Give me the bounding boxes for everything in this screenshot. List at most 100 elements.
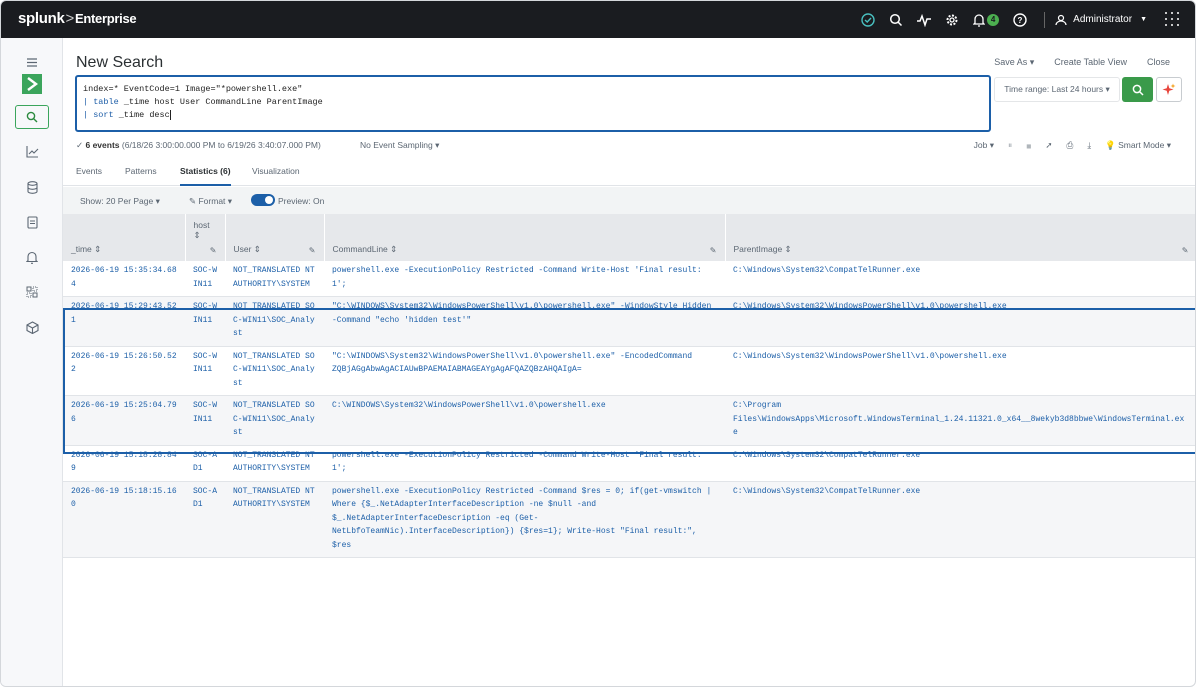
cell-parent[interactable]: C:\Windows\System32\CompatTelRunner.exe <box>725 481 1195 558</box>
stop-icon[interactable]: ■ <box>1026 141 1031 151</box>
apps-grid-icon[interactable] <box>1165 11 1181 28</box>
column-header-time[interactable]: _time ⇕ <box>63 214 186 261</box>
query-line-1: index=* EventCode=1 Image="*powershell.e… <box>83 84 303 94</box>
sparkle-icon <box>1162 83 1176 95</box>
job-menu[interactable]: Job ▾ <box>974 140 994 151</box>
table-row: 2026-06-19 15:29:43.521 SOC-WIN11 NOT_TRAN… <box>63 296 1195 347</box>
table-row: 2026-06-19 15:35:34.684 SOC-WIN11 NOT_TRAN… <box>63 261 1195 297</box>
splunk-logo[interactable]: splunk>Enterprise <box>18 10 137 27</box>
cell-parent[interactable]: C:\Windows\System32\CompatTelRunner.exe <box>725 261 1195 297</box>
edit-column-icon[interactable]: ✎ <box>1182 246 1189 255</box>
cell-user[interactable]: NOT_TRANSLATED SOC-WIN11\SOC_Analyst <box>225 395 324 446</box>
analytics-icon[interactable] <box>15 140 49 164</box>
save-as-button[interactable]: Save As ▾ <box>994 57 1034 68</box>
smart-mode-dropdown[interactable]: 💡 Smart Mode ▾ <box>1105 140 1171 151</box>
cell-host[interactable]: SOC-WIN11 <box>185 296 225 347</box>
cell-user[interactable]: NOT_TRANSLATED NT AUTHORITY\SYSTEM <box>225 445 324 482</box>
top-nav-bar: splunk>Enterprise 4 ? Administrator ▼ <box>1 1 1195 38</box>
cell-host[interactable]: SOC-AD1 <box>185 481 225 558</box>
tab-visualization[interactable]: Visualization <box>252 166 300 186</box>
notifications-icon[interactable]: 4 <box>966 1 1006 38</box>
help-icon[interactable]: ? <box>1006 1 1034 38</box>
cell-time[interactable]: 2026-06-19 15:25:04.796 <box>63 395 185 446</box>
cell-time[interactable]: 2026-06-19 15:26:50.522 <box>63 346 185 396</box>
gear-icon[interactable] <box>938 1 966 38</box>
search-app-icon[interactable] <box>15 72 49 96</box>
dashboards-icon[interactable] <box>15 280 49 304</box>
cell-cmd[interactable]: powershell.exe -ExecutionPolicy Restrict… <box>324 481 725 558</box>
cell-parent[interactable]: C:\Windows\System32\WindowsPowerShell\v1… <box>725 296 1195 347</box>
datasets-icon[interactable] <box>15 175 49 199</box>
notification-count-badge: 4 <box>987 13 1000 26</box>
results-toolbar: Show: 20 Per Page ▾ ✎ Format ▾ Preview: … <box>63 187 1195 214</box>
table-row: 2026-06-19 15:18:15.160 SOC-AD1 NOT_TRANSL… <box>63 481 1195 558</box>
search-nav-icon[interactable] <box>15 105 49 129</box>
cell-parent[interactable]: C:\Program Files\WindowsApps\Microsoft.W… <box>725 395 1195 446</box>
activity-icon[interactable] <box>910 1 938 38</box>
print-icon[interactable]: ⎙ <box>1067 140 1074 151</box>
apps-box-icon[interactable] <box>15 315 49 339</box>
menu-icon[interactable] <box>15 50 49 74</box>
cell-host[interactable]: SOC-WIN11 <box>185 261 225 297</box>
window: splunk>Enterprise 4 ? Administrator ▼ Ne… <box>0 0 1196 687</box>
tab-patterns[interactable]: Patterns <box>125 166 157 186</box>
alerts-icon[interactable] <box>15 245 49 269</box>
time-range-picker[interactable]: Time range: Last 24 hours ▾ <box>994 77 1120 102</box>
event-sampling-dropdown[interactable]: No Event Sampling ▾ <box>360 140 439 151</box>
cell-cmd[interactable]: powershell.exe -ExecutionPolicy Restrict… <box>324 261 725 297</box>
preview-toggle[interactable] <box>251 194 275 206</box>
user-menu[interactable]: Administrator ▼ <box>1055 14 1147 26</box>
format-dropdown[interactable]: ✎ Format ▾ <box>189 196 232 207</box>
statistics-table: _time ⇕ host ⇕ ✎ User ⇕ ✎ CommandLine ⇕ ✎ Pa… <box>63 214 1195 558</box>
cell-time[interactable]: 2026-06-19 15:35:34.684 <box>63 261 185 297</box>
cell-user[interactable]: NOT_TRANSLATED NT AUTHORITY\SYSTEM <box>225 481 324 558</box>
query-line-3: | sort _time desc <box>83 109 171 120</box>
left-rail <box>1 38 63 686</box>
edit-column-icon[interactable]: ✎ <box>309 246 316 255</box>
table-row: 2026-06-19 15:18:28.849 SOC-AD1 NOT_TRANSL… <box>63 445 1195 482</box>
table-row: 2026-06-19 15:26:50.522 SOC-WIN11 NOT_TRAN… <box>63 346 1195 396</box>
cell-host[interactable]: SOC-WIN11 <box>185 395 225 446</box>
cell-time[interactable]: 2026-06-19 15:18:15.160 <box>63 481 185 558</box>
cell-user[interactable]: NOT_TRANSLATED NT AUTHORITY\SYSTEM <box>225 261 324 297</box>
user-icon <box>1055 14 1067 25</box>
create-table-view-button[interactable]: Create Table View <box>1054 57 1127 68</box>
edit-column-icon[interactable]: ✎ <box>710 246 717 255</box>
share-icon[interactable]: ➚ <box>1045 140 1052 151</box>
reports-icon[interactable] <box>15 210 49 234</box>
svg-text:?: ? <box>1018 16 1023 25</box>
cell-user[interactable]: NOT_TRANSLATED SOC-WIN11\SOC_Analyst <box>225 296 324 347</box>
pause-icon[interactable]: ⏸ <box>1008 140 1012 151</box>
cell-host[interactable]: SOC-AD1 <box>185 445 225 482</box>
preview-label: Preview: On <box>278 196 325 206</box>
nav-divider <box>1044 11 1046 28</box>
search-query-input[interactable]: index=* EventCode=1 Image="*powershell.e… <box>75 75 991 132</box>
close-button[interactable]: Close <box>1147 57 1170 68</box>
cell-cmd[interactable]: "C:\WINDOWS\System32\WindowsPowerShell\v… <box>324 346 725 396</box>
cell-cmd[interactable]: powershell.exe -ExecutionPolicy Restrict… <box>324 445 725 482</box>
column-header-user[interactable]: User ⇕ ✎ <box>225 214 325 261</box>
tab-events[interactable]: Events <box>76 166 102 186</box>
run-search-button[interactable] <box>1122 77 1153 102</box>
cell-parent[interactable]: C:\Windows\System32\WindowsPowerShell\v1… <box>725 346 1195 396</box>
cell-user[interactable]: NOT_TRANSLATED SOC-WIN11\SOC_Analyst <box>225 346 324 396</box>
event-count-status: ✓ 6 events (6/18/26 3:00:00.000 PM to 6/… <box>76 140 321 150</box>
cell-parent[interactable]: C:\Windows\System32\CompatTelRunner.exe <box>725 445 1195 482</box>
cell-cmd[interactable]: C:\WINDOWS\System32\WindowsPowerShell\v1… <box>324 395 725 446</box>
per-page-dropdown[interactable]: Show: 20 Per Page ▾ <box>80 196 160 207</box>
cell-time[interactable]: 2026-06-19 15:18:28.849 <box>63 445 185 482</box>
column-header-host[interactable]: host ⇕ ✎ <box>185 214 226 261</box>
health-check-icon[interactable] <box>854 1 882 38</box>
cell-host[interactable]: SOC-WIN11 <box>185 346 225 396</box>
edit-column-icon[interactable]: ✎ <box>210 246 217 255</box>
column-header-parentimage[interactable]: ParentImage ⇕ ✎ <box>725 214 1195 261</box>
tab-statistics[interactable]: Statistics (6) <box>180 166 231 186</box>
column-header-commandline[interactable]: CommandLine ⇕ ✎ <box>324 214 726 261</box>
ai-assistant-button[interactable] <box>1156 77 1182 102</box>
page-title: New Search <box>76 54 164 71</box>
cell-time[interactable]: 2026-06-19 15:29:43.521 <box>63 296 185 347</box>
export-icon[interactable]: ⤓ <box>1087 140 1091 151</box>
results-tabs: Events Patterns Statistics (6) Visualiza… <box>63 160 1195 186</box>
cell-cmd[interactable]: "C:\WINDOWS\System32\WindowsPowerShell\v… <box>324 296 725 347</box>
search-icon[interactable] <box>882 1 910 38</box>
